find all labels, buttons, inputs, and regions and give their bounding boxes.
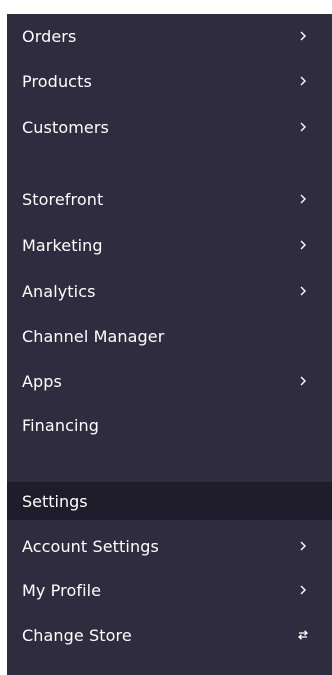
chevron-right-icon	[296, 376, 310, 386]
nav-item-analytics-label: Analytics	[22, 281, 96, 301]
nav-item-account-settings-label: Account Settings	[22, 536, 159, 556]
nav-item-marketing[interactable]: Marketing	[7, 223, 332, 267]
chevron-right-icon	[296, 31, 310, 41]
nav-item-customers-label: Customers	[22, 117, 109, 137]
nav-item-channel-manager-label: Channel Manager	[22, 326, 165, 346]
nav-item-my-profile[interactable]: My Profile	[7, 568, 332, 612]
nav-item-account-settings[interactable]: Account Settings	[7, 524, 332, 568]
nav-item-marketing-label: Marketing	[22, 235, 103, 255]
nav-item-change-store[interactable]: Change Store	[7, 613, 332, 657]
nav-item-analytics[interactable]: Analytics	[7, 269, 332, 313]
nav-item-my-profile-label: My Profile	[22, 580, 102, 600]
nav-item-apps[interactable]: Apps	[7, 359, 332, 403]
nav-item-financing-label: Financing	[22, 415, 100, 435]
nav-item-storefront[interactable]: Storefront	[7, 177, 332, 221]
nav-item-orders-label: Orders	[22, 26, 77, 46]
chevron-right-icon	[296, 541, 310, 551]
chevron-right-icon	[296, 194, 310, 204]
nav-item-channel-manager[interactable]: Channel Manager	[7, 314, 332, 358]
chevron-right-icon	[296, 122, 310, 132]
switch-arrows-icon	[296, 630, 310, 640]
settings-section-header[interactable]: Settings	[7, 482, 332, 520]
nav-item-change-store-label: Change Store	[22, 625, 132, 645]
chevron-right-icon	[296, 240, 310, 250]
nav-item-products[interactable]: Products	[7, 59, 332, 103]
chevron-right-icon	[296, 286, 310, 296]
nav-item-storefront-label: Storefront	[22, 189, 104, 209]
chevron-right-icon	[296, 76, 310, 86]
nav-item-customers[interactable]: Customers	[7, 105, 332, 149]
nav-item-orders[interactable]: Orders	[7, 14, 332, 58]
nav-item-products-label: Products	[22, 71, 92, 91]
sidebar-nav: Orders Products Customers Storefront Mar…	[7, 14, 332, 675]
nav-item-apps-label: Apps	[22, 371, 62, 391]
settings-header-label: Settings	[22, 491, 88, 511]
nav-item-financing[interactable]: Financing	[7, 403, 332, 447]
chevron-right-icon	[296, 585, 310, 595]
